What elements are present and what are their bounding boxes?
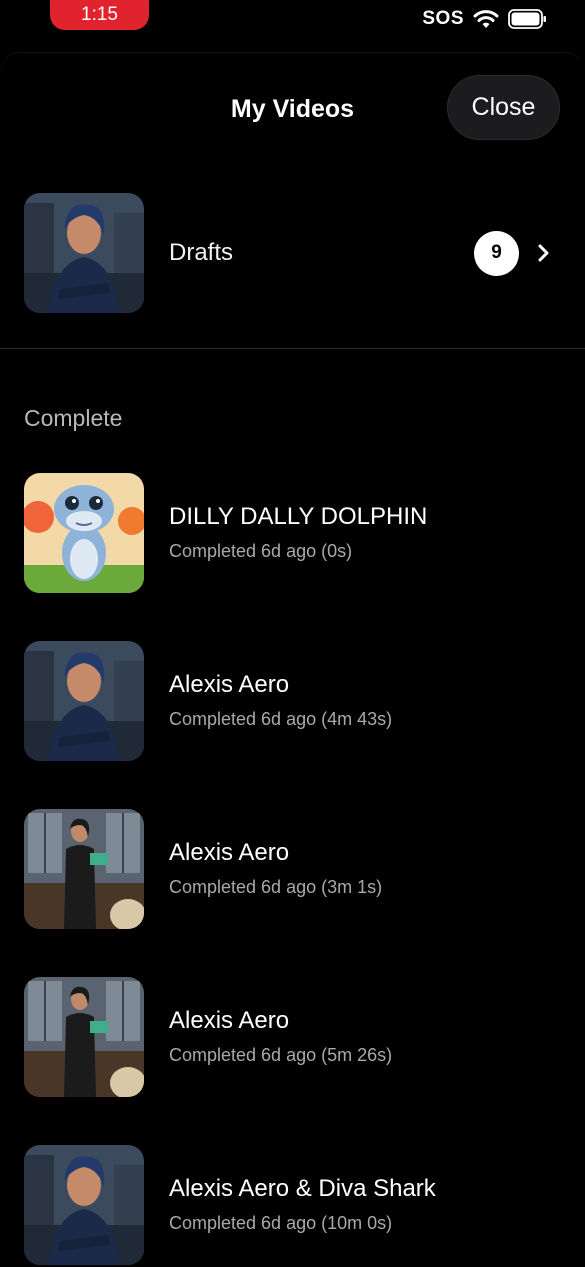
battery-icon: [508, 9, 546, 29]
video-title: Alexis Aero: [169, 1007, 290, 1034]
woman-portrait-thumbnail: [24, 1145, 144, 1265]
video-list-item[interactable]: Alexis Aero & Diva Shark Completed 6d ag…: [0, 1143, 585, 1267]
woman-office-thumbnail: [24, 977, 144, 1097]
video-subtitle: Completed 6d ago (3m 1s): [169, 877, 383, 897]
my-videos-sheet: My Videos Close Drafts 9 Complete DILLY …: [0, 52, 585, 1265]
status-time[interactable]: 1:15: [50, 0, 149, 30]
video-list-item[interactable]: Alexis Aero Completed 6d ago (4m 43s): [0, 639, 585, 763]
sos-indicator: SOS: [422, 8, 464, 29]
close-button[interactable]: Close: [447, 75, 560, 140]
drafts-row[interactable]: Drafts 9: [0, 191, 585, 315]
video-subtitle: Completed 6d ago (0s): [169, 541, 353, 561]
video-subtitle: Completed 6d ago (10m 0s): [169, 1213, 393, 1233]
drafts-thumbnail: [24, 193, 144, 313]
section-divider: [0, 348, 585, 349]
video-title: Alexis Aero: [169, 671, 290, 698]
video-title: Alexis Aero: [169, 839, 290, 866]
video-list-item[interactable]: Alexis Aero Completed 6d ago (5m 26s): [0, 975, 585, 1099]
woman-office-thumbnail: [24, 809, 144, 929]
woman-portrait-thumbnail: [24, 641, 144, 761]
video-list-item[interactable]: DILLY DALLY DOLPHIN Completed 6d ago (0s…: [0, 471, 585, 595]
chevron-right-icon: [538, 244, 549, 262]
dolphin-thumbnail: [24, 473, 144, 593]
status-bar: 1:15 SOS: [0, 0, 585, 44]
video-subtitle: Completed 6d ago (4m 43s): [169, 709, 393, 729]
section-title-complete: Complete: [24, 405, 123, 431]
video-list-item[interactable]: Alexis Aero Completed 6d ago (3m 1s): [0, 807, 585, 931]
drafts-label: Drafts: [169, 239, 234, 266]
video-subtitle: Completed 6d ago (5m 26s): [169, 1045, 393, 1065]
drafts-count-badge: 9: [474, 230, 519, 276]
status-icons: SOS: [422, 8, 547, 30]
video-title: Alexis Aero & Diva Shark: [169, 1175, 436, 1202]
video-title: DILLY DALLY DOLPHIN: [169, 503, 428, 530]
wifi-icon: [473, 10, 499, 28]
